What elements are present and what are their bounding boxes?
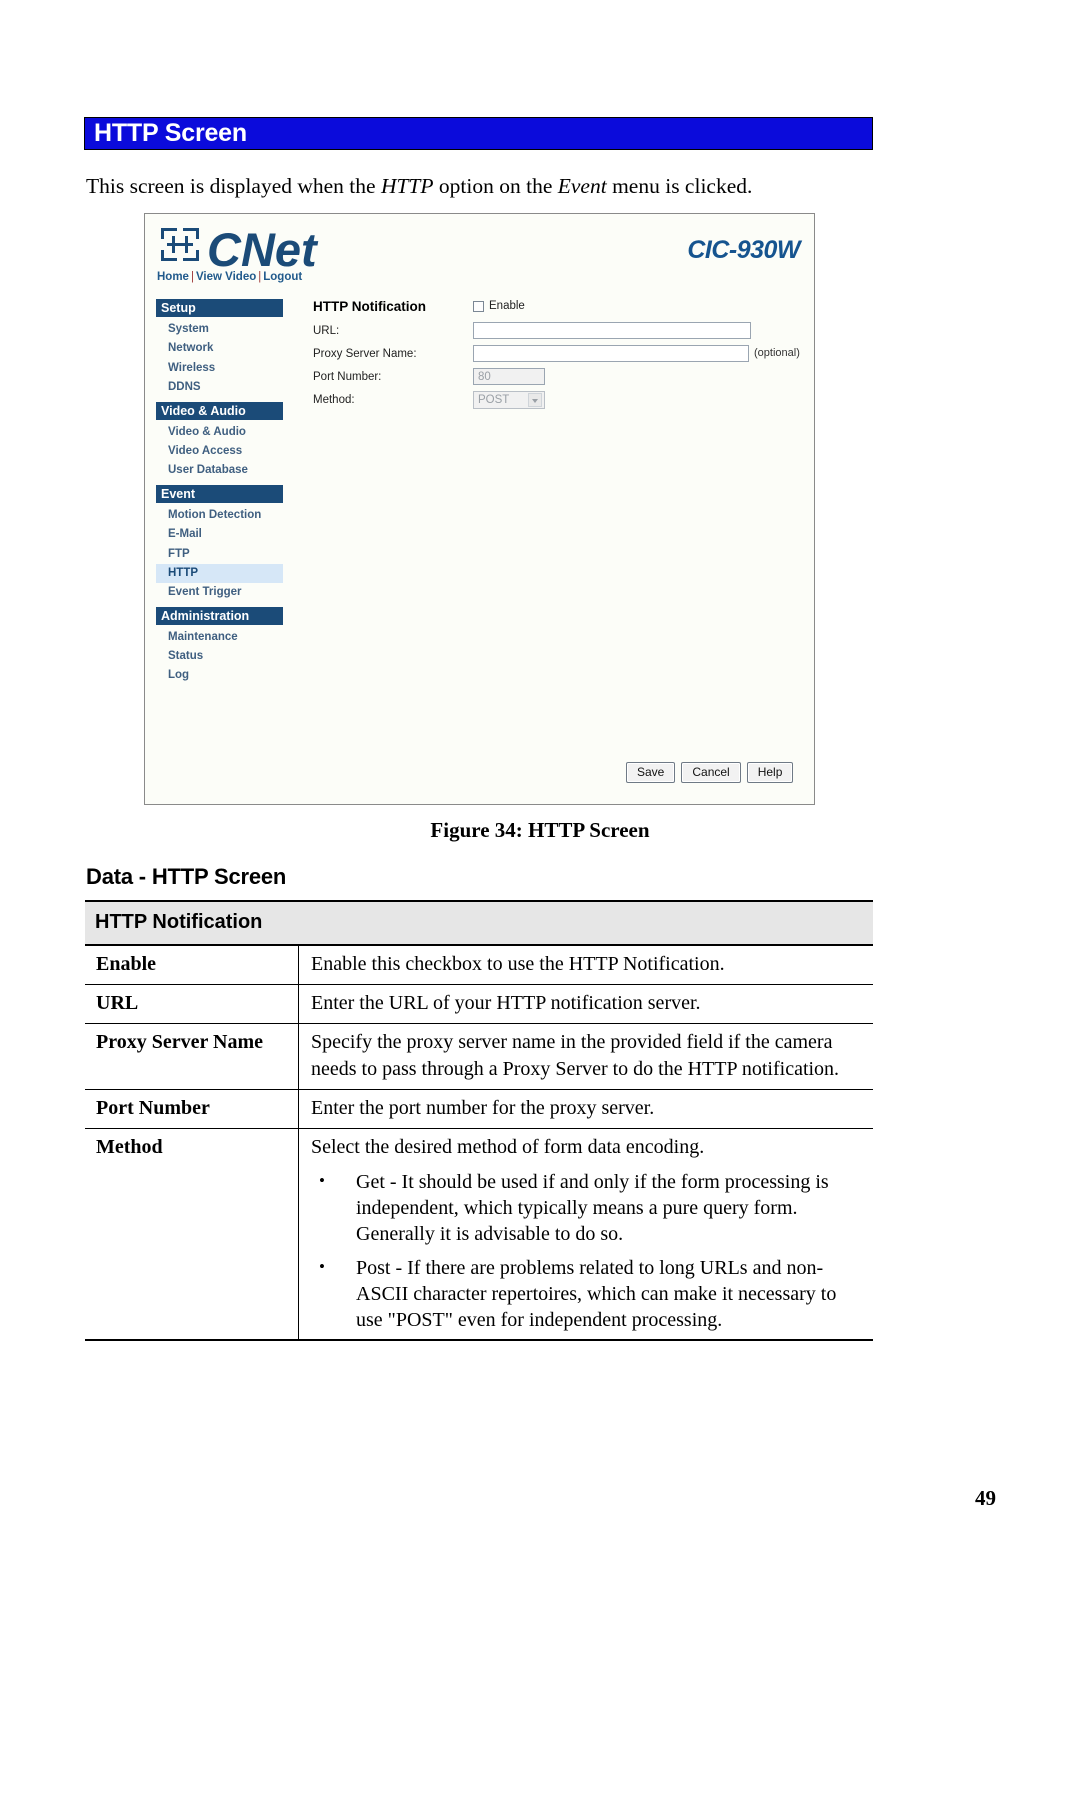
url-label: URL: — [313, 325, 340, 337]
sidebar-item-log[interactable]: Log — [156, 666, 283, 685]
nav-view-video[interactable]: View Video — [196, 271, 256, 283]
sidebar-category-setup: Setup — [156, 299, 283, 317]
help-button[interactable]: Help — [746, 762, 794, 783]
sidebar-item-status[interactable]: Status — [156, 647, 283, 666]
table-cell-value: Specify the proxy server name in the pro… — [298, 1023, 873, 1090]
intro-text-1: This screen is displayed when the — [86, 174, 381, 198]
form-title: HTTP Notification — [313, 299, 426, 314]
sidebar-item-network[interactable]: Network — [156, 339, 283, 358]
table-cell-key: Proxy Server Name — [85, 1023, 299, 1090]
table-cell-value: Enter the port number for the proxy serv… — [298, 1089, 873, 1129]
table-cell-key: Enable — [85, 945, 299, 985]
table-row: Method Select the desired method of form… — [85, 1128, 873, 1341]
enable-checkbox[interactable] — [473, 300, 484, 312]
proxy-optional-note: (optional) — [754, 347, 800, 359]
document-page: HTTP Screen This screen is displayed whe… — [0, 0, 1080, 1819]
sidebar-item-video-audio[interactable]: Video & Audio — [156, 423, 283, 442]
page-number: 49 — [975, 1486, 996, 1510]
table-cell-value: Enable this checkbox to use the HTTP Not… — [298, 945, 873, 985]
section-heading-bar: HTTP Screen — [84, 117, 873, 150]
method-bullet-list: Get - It should be used if and only if t… — [311, 1168, 867, 1333]
method-selected-value: POST — [478, 394, 510, 406]
method-bullet-get: Get - It should be used if and only if t… — [311, 1168, 867, 1247]
table-cell-value: Enter the URL of your HTTP notification … — [298, 984, 873, 1024]
method-bullet-post: Post - If there are problems related to … — [311, 1254, 867, 1333]
sidebar-category-administration: Administration — [156, 606, 283, 625]
form-button-row: Save Cancel Help — [626, 762, 794, 783]
sidebar-item-ftp[interactable]: FTP — [156, 545, 283, 564]
method-select[interactable]: POST — [473, 391, 545, 409]
sidebar-category-video-audio: Video & Audio — [156, 401, 283, 420]
nav-logout[interactable]: Logout — [263, 271, 302, 283]
method-description: Select the desired method of form data e… — [311, 1136, 705, 1158]
svg-text:CNet: CNet — [207, 224, 319, 276]
intro-paragraph: This screen is displayed when the HTTP o… — [86, 172, 886, 200]
cnet-logo: CNet — [159, 224, 439, 276]
table-cell-key: Port Number — [85, 1089, 299, 1129]
chevron-down-icon[interactable] — [528, 393, 542, 407]
port-number-input[interactable]: 80 — [473, 368, 545, 385]
proxy-server-name-input[interactable] — [473, 345, 749, 362]
device-sidebar: Setup System Network Wireless DDNS Video… — [156, 299, 283, 686]
intro-emphasis-event: Event — [557, 174, 607, 198]
data-table: HTTP Notification Enable Enable this che… — [85, 900, 873, 1341]
table-row: Enable Enable this checkbox to use the H… — [85, 945, 873, 985]
table-row: Port Number Enter the port number for th… — [85, 1089, 873, 1129]
device-model-label: CIC-930W — [687, 236, 800, 264]
table-cell-key: URL — [85, 984, 299, 1024]
sidebar-item-http[interactable]: HTTP — [156, 563, 283, 584]
sidebar-item-user-database[interactable]: User Database — [156, 461, 283, 480]
port-number-label: Port Number: — [313, 371, 382, 383]
sidebar-item-motion-detection[interactable]: Motion Detection — [156, 506, 283, 525]
figure-caption: Figure 34: HTTP Screen — [430, 818, 650, 842]
save-button[interactable]: Save — [626, 762, 676, 783]
proxy-server-name-label: Proxy Server Name: — [313, 348, 417, 360]
table-row: URL Enter the URL of your HTTP notificat… — [85, 984, 873, 1024]
device-top-nav: Home | View Video | Logout — [157, 271, 302, 283]
intro-text-3: menu is clicked. — [606, 174, 753, 198]
nav-separator-1: | — [190, 271, 194, 283]
page-title: HTTP Screen — [94, 119, 247, 147]
enable-label: Enable — [489, 300, 525, 312]
nav-separator-2: | — [258, 271, 262, 283]
table-section-header-row: HTTP Notification — [85, 900, 873, 946]
sidebar-item-event-trigger[interactable]: Event Trigger — [156, 583, 283, 602]
enable-checkbox-row[interactable]: Enable — [473, 300, 525, 312]
sidebar-item-video-access[interactable]: Video Access — [156, 442, 283, 461]
sidebar-item-email[interactable]: E-Mail — [156, 525, 283, 544]
cancel-button[interactable]: Cancel — [681, 762, 741, 783]
table-row: Proxy Server Name Specify the proxy serv… — [85, 1023, 873, 1090]
sidebar-item-system[interactable]: System — [156, 320, 283, 339]
sidebar-item-wireless[interactable]: Wireless — [156, 359, 283, 378]
method-label: Method: — [313, 394, 355, 406]
data-section-title: Data - HTTP Screen — [86, 864, 287, 889]
device-screenshot-figure: CNet Home | View Video | Logout CIC-930W Set… — [144, 213, 815, 805]
intro-emphasis-http: HTTP — [380, 174, 434, 198]
sidebar-item-maintenance[interactable]: Maintenance — [156, 628, 283, 647]
nav-home[interactable]: Home — [157, 271, 189, 283]
intro-text-2: option on the — [433, 174, 558, 198]
table-cell-value-method: Select the desired method of form data e… — [298, 1128, 873, 1341]
table-cell-key: Method — [85, 1128, 299, 1341]
table-section-header: HTTP Notification — [85, 900, 873, 946]
sidebar-item-ddns[interactable]: DDNS — [156, 378, 283, 397]
sidebar-category-event: Event — [156, 484, 283, 503]
url-input[interactable] — [473, 322, 751, 339]
